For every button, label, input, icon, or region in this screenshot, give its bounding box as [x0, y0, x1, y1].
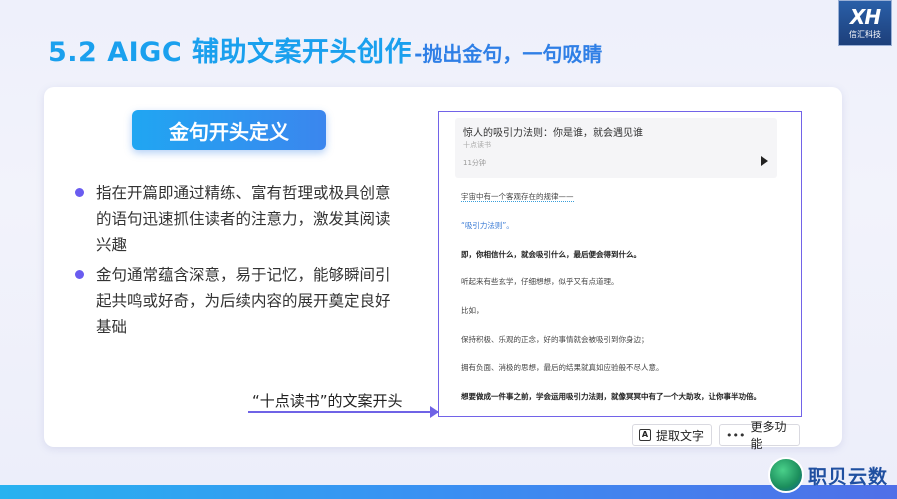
bullet-text: 金句通常蕴含深意，易于记忆，能够瞬间引起共鸣或好奇，为后续内容的展开奠定良好基础: [96, 266, 391, 336]
brand-globe-icon: [768, 457, 804, 493]
more-functions-button[interactable]: ••• 更多功能: [719, 420, 800, 451]
more-functions-label: 更多功能: [750, 420, 787, 451]
brand-mark: 职贝云数: [768, 457, 888, 493]
bullet-text: 指在开篇即通过精练、富有哲理或极具创意的语句迅速抓住读者的注意力，激发其阅读兴趣: [96, 184, 391, 254]
bullet-dot-icon: [75, 188, 84, 197]
article-line: 听起来有些玄学，仔细想想，似乎又有点道理。: [461, 277, 619, 286]
logo-name: 信汇科技: [849, 30, 881, 39]
play-icon[interactable]: [761, 156, 768, 166]
article-line: 比如，: [461, 306, 484, 315]
example-caption: “十点读书”的文案开头: [252, 392, 403, 410]
audio-author: 十点读书: [463, 141, 491, 149]
bullet-item: 金句通常蕴含深意，易于记忆，能够瞬间引起共鸣或好奇，为后续内容的展开奠定良好基础: [72, 262, 392, 340]
definition-badge: 金句开头定义: [132, 110, 326, 150]
slide-title: 5.2 AIGC 辅助文案开头创作 -抛出金句，一句吸睛: [48, 30, 602, 69]
bullet-dot-icon: [75, 270, 84, 279]
extract-text-label: 提取文字: [656, 428, 705, 443]
logo-mark: XH: [849, 5, 881, 29]
audio-duration: 11分钟: [463, 159, 486, 167]
caption-underline: [248, 411, 438, 413]
extract-text-button[interactable]: A 提取文字: [632, 424, 712, 446]
bullet-list: 指在开篇即通过精练、富有哲理或极具创意的语句迅速抓住读者的注意力，激发其阅读兴趣…: [72, 180, 392, 340]
company-logo: XH 信汇科技: [838, 0, 892, 46]
article-line: 即，你相信什么，就会吸引什么，最后便会得到什么。: [461, 250, 641, 259]
brand-name: 职贝云数: [808, 465, 889, 488]
title-main: 5.2 AIGC 辅助文案开头创作: [48, 37, 413, 68]
title-sub: -抛出金句，一句吸睛: [414, 42, 603, 66]
text-extract-icon: A: [639, 429, 651, 441]
article-line: 保持积极、乐观的正念，好的事情就会被吸引到你身边；: [461, 335, 649, 344]
article-line: “吸引力法则”。: [461, 221, 514, 230]
audio-card[interactable]: 惊人的吸引力法则：你是谁，就会遇见谁 十点读书 11分钟: [455, 118, 777, 178]
article-line: 想要做成一件事之前，学会运用吸引力法则，就像冥冥中有了一个大助攻，让你事半功倍。: [461, 392, 761, 401]
article-line: 宇宙中有一个客观存在的规律——: [461, 192, 574, 202]
article-line: 拥有负面、消极的思想，最后的结果就真如应验般不尽人意。: [461, 363, 664, 372]
audio-title: 惊人的吸引力法则：你是谁，就会遇见谁: [463, 128, 643, 139]
article-screenshot: 惊人的吸引力法则：你是谁，就会遇见谁 十点读书 11分钟 宇宙中有一个客观存在的…: [438, 111, 802, 417]
bottom-accent-bar: [0, 485, 897, 499]
bullet-item: 指在开篇即通过精练、富有哲理或极具创意的语句迅速抓住读者的注意力，激发其阅读兴趣: [72, 180, 392, 258]
more-dots-icon: •••: [726, 428, 746, 442]
